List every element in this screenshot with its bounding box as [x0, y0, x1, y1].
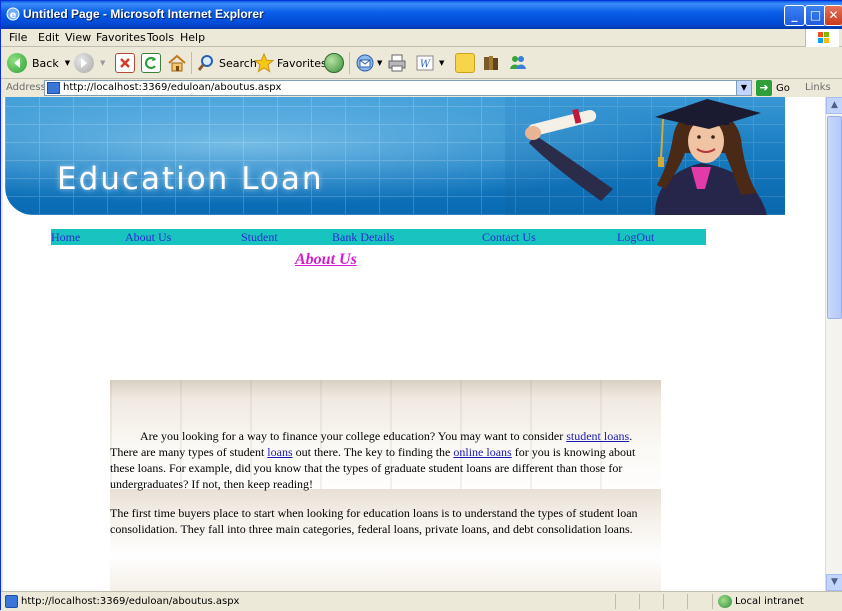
- nav-logout[interactable]: LogOut: [617, 230, 654, 245]
- browser-window: e Untitled Page - Microsoft Internet Exp…: [0, 0, 842, 611]
- vertical-scrollbar[interactable]: ▲ ▼: [825, 97, 842, 591]
- intranet-zone-icon: [718, 595, 732, 608]
- site-nav: Home About Us Student Bank Details Conta…: [51, 229, 706, 245]
- refresh-icon: [141, 53, 161, 73]
- page-title: About Us: [295, 251, 357, 268]
- title-bar: e Untitled Page - Microsoft Internet Exp…: [1, 1, 842, 29]
- minimize-button[interactable]: _: [784, 5, 805, 26]
- back-dropdown-icon[interactable]: ▼: [65, 59, 70, 67]
- page-icon: [47, 82, 60, 94]
- article-paragraph-1: Are you looking for a way to finance you…: [110, 428, 661, 492]
- page-viewport: Education Loan Home About Us Student Ban…: [3, 97, 825, 591]
- home-button[interactable]: [167, 51, 187, 75]
- print-button[interactable]: [387, 51, 407, 75]
- go-button[interactable]: ➜ Go: [756, 80, 790, 96]
- refresh-button[interactable]: [141, 51, 161, 75]
- status-bar: http://localhost:3369/eduloan/aboutus.as…: [1, 591, 842, 611]
- address-url[interactable]: http://localhost:3369/eduloan/aboutus.as…: [63, 82, 281, 93]
- nav-bank-details[interactable]: Bank Details: [332, 230, 394, 245]
- search-button[interactable]: Search: [196, 51, 257, 75]
- address-bar: Address http://localhost:3369/eduloan/ab…: [1, 79, 842, 97]
- research-books-icon: [484, 56, 498, 70]
- online-loans-link[interactable]: online loans: [453, 445, 511, 459]
- search-label: Search: [219, 56, 257, 70]
- banner-title: Education Loan: [57, 161, 324, 197]
- research-button[interactable]: [481, 51, 501, 75]
- print-icon: [388, 54, 406, 72]
- edit-dropdown-icon[interactable]: ▼: [439, 59, 444, 67]
- status-divider: [663, 594, 664, 609]
- mail-button[interactable]: ▼: [355, 51, 382, 75]
- menu-bar: File Edit View Favorites Tools Help: [1, 29, 842, 47]
- menu-favorites[interactable]: Favorites: [96, 31, 146, 44]
- go-label: Go: [776, 82, 790, 94]
- loans-link[interactable]: loans: [267, 445, 292, 459]
- folder-note-icon: [455, 53, 475, 73]
- search-icon: [197, 55, 213, 71]
- student-loans-link[interactable]: student loans: [566, 429, 629, 443]
- p1-text-mid2: out there. The key to finding the: [292, 445, 454, 459]
- menu-tools[interactable]: Tools: [147, 31, 174, 44]
- edit-button[interactable]: W ▼: [415, 51, 444, 75]
- header-banner: Education Loan: [5, 97, 785, 215]
- address-dropdown-icon[interactable]: ▼: [736, 81, 751, 95]
- history-button[interactable]: [324, 51, 344, 75]
- about-article: Are you looking for a way to finance you…: [110, 380, 661, 591]
- address-label: Address: [6, 82, 46, 93]
- messenger-icon: [510, 56, 526, 69]
- window-title: Untitled Page - Microsoft Internet Explo…: [23, 7, 264, 21]
- back-button[interactable]: Back ▼: [7, 51, 70, 75]
- menu-help[interactable]: Help: [180, 31, 205, 44]
- menu-edit[interactable]: Edit: [38, 31, 59, 44]
- scroll-up-button[interactable]: ▲: [826, 97, 842, 114]
- svg-text:W: W: [420, 59, 431, 70]
- go-arrow-icon: ➜: [756, 80, 772, 96]
- article-paragraph-2: The first time buyers place to start whe…: [110, 506, 638, 536]
- mail-dropdown-icon[interactable]: ▼: [377, 59, 382, 67]
- menu-file[interactable]: File: [9, 31, 27, 44]
- links-button[interactable]: Links: [805, 82, 831, 93]
- ie-logo-icon: e: [6, 7, 20, 21]
- scroll-down-button[interactable]: ▼: [826, 574, 842, 591]
- stop-button[interactable]: [115, 51, 135, 75]
- graduate-photo: [505, 97, 785, 215]
- toolbar-separator: [349, 52, 350, 74]
- address-input[interactable]: http://localhost:3369/eduloan/aboutus.as…: [44, 80, 752, 96]
- nav-student[interactable]: Student: [241, 230, 278, 245]
- messenger-button[interactable]: [508, 51, 528, 75]
- toolbar: Back ▼ ▼ Search Favorites ▼ W ▼: [1, 47, 842, 79]
- forward-arrow-icon: [74, 53, 94, 73]
- back-label: Back: [32, 56, 59, 70]
- menu-view[interactable]: View: [65, 31, 91, 44]
- scroll-thumb[interactable]: [827, 116, 842, 319]
- status-divider: [712, 594, 713, 609]
- status-divider: [615, 594, 616, 609]
- svg-text:e: e: [10, 10, 17, 21]
- windows-flag-icon: [805, 29, 839, 47]
- status-divider: [687, 594, 688, 609]
- discuss-button[interactable]: [455, 51, 475, 75]
- nav-about-us[interactable]: About Us: [125, 230, 171, 245]
- favorites-button[interactable]: Favorites: [254, 51, 327, 75]
- nav-home[interactable]: Home: [51, 230, 80, 245]
- mail-icon: [356, 54, 374, 72]
- stop-icon: [115, 53, 135, 73]
- favorites-star-icon: [254, 53, 274, 73]
- nav-contact-us[interactable]: Contact Us: [482, 230, 536, 245]
- toolbar-separator: [191, 52, 192, 74]
- status-divider: [639, 594, 640, 609]
- p1-text-start: Are you looking for a way to finance you…: [140, 429, 567, 443]
- security-zone: Local intranet: [735, 596, 804, 607]
- history-icon: [324, 53, 344, 73]
- word-edit-icon: W: [416, 55, 434, 71]
- home-icon: [168, 54, 186, 72]
- forward-dropdown-icon[interactable]: ▼: [100, 59, 105, 67]
- close-button[interactable]: ✕: [824, 5, 842, 26]
- forward-button[interactable]: ▼: [74, 51, 105, 75]
- favorites-label: Favorites: [277, 56, 327, 70]
- status-text: http://localhost:3369/eduloan/aboutus.as…: [21, 596, 240, 607]
- back-arrow-icon: [7, 53, 27, 73]
- maximize-button[interactable]: □: [805, 5, 826, 26]
- page-status-icon: [5, 595, 18, 608]
